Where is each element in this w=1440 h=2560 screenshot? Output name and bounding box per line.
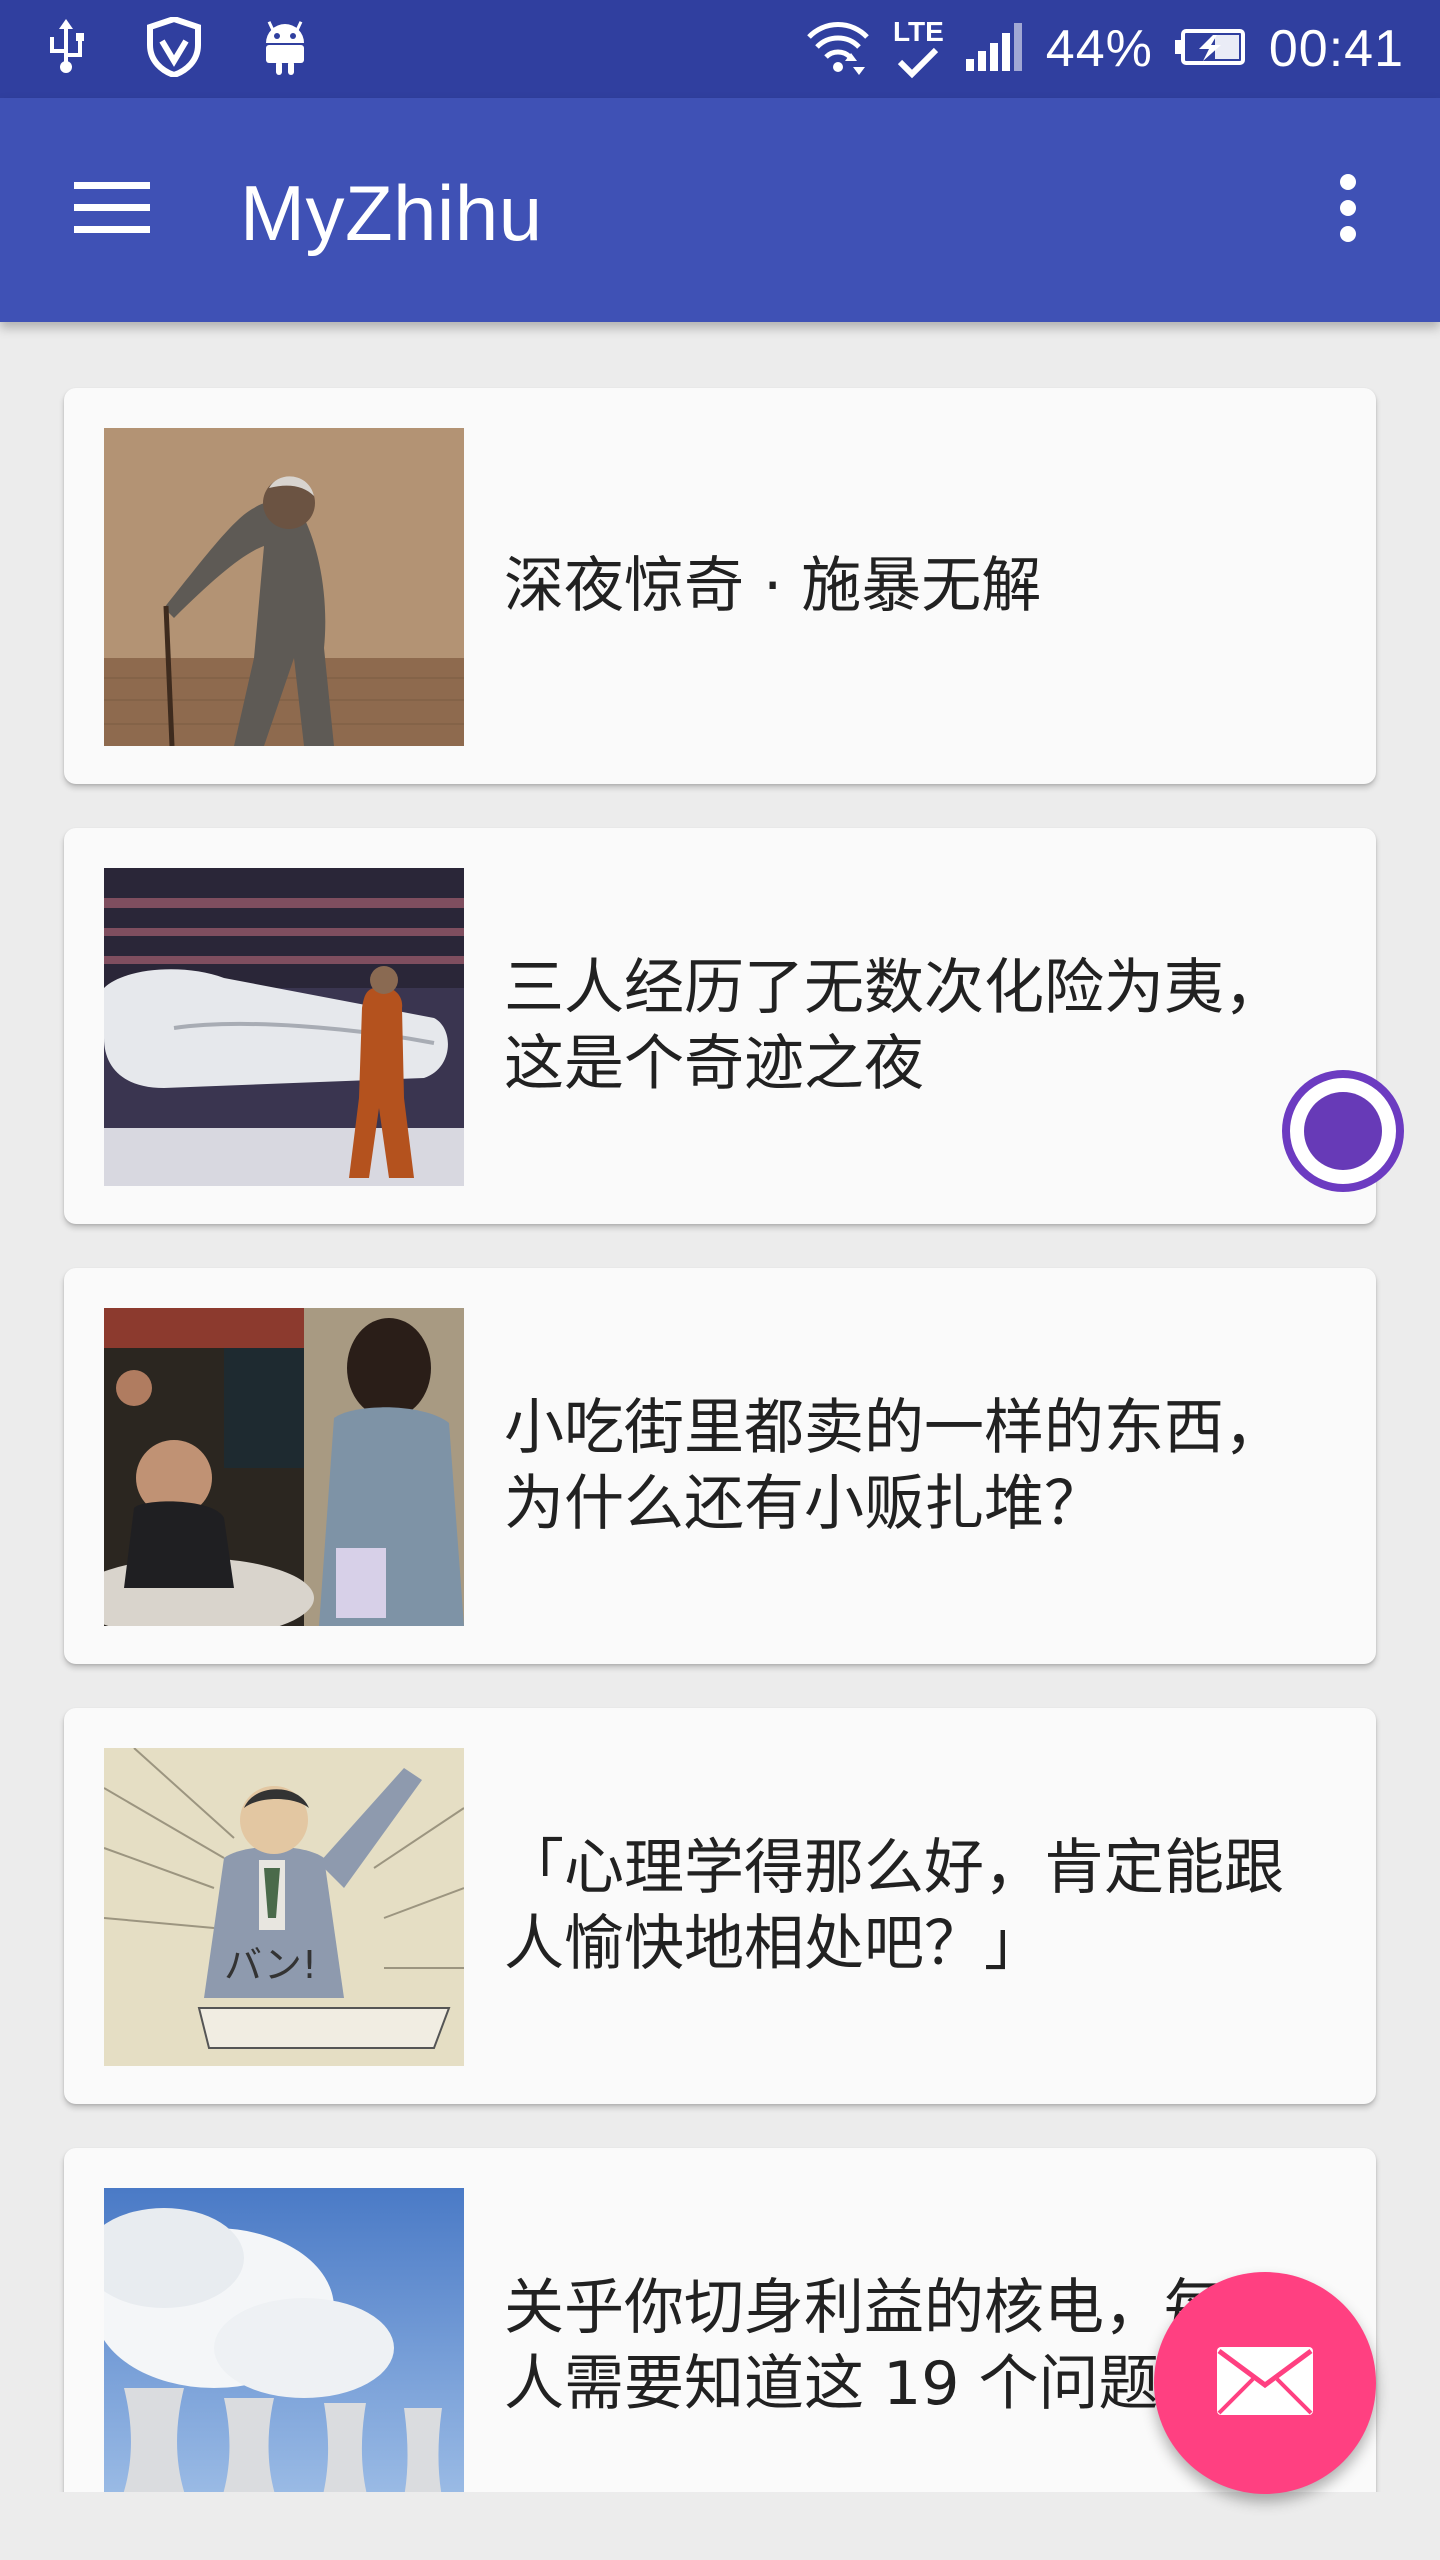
app-bar: MyZhihu	[0, 98, 1440, 322]
story-title: 三人经历了无数次化险为夷， 这是个奇迹之夜	[504, 953, 1284, 1099]
story-title: 「心理学得那么好，肯定能跟 人愉快地相处吧？」	[504, 1833, 1284, 1979]
story-title: 小吃街里都卖的一样的东西， 为什么还有小贩扎堆？	[504, 1393, 1284, 1539]
lte-icon: LTE	[893, 18, 944, 80]
overflow-menu-button[interactable]	[1300, 162, 1396, 258]
compose-mail-fab[interactable]	[1154, 2272, 1376, 2494]
menu-button[interactable]	[56, 162, 168, 258]
story-thumbnail	[104, 2188, 464, 2492]
more-vert-icon	[1338, 173, 1358, 247]
android-icon	[262, 17, 308, 81]
story-title: 深夜惊奇 · 施暴无解	[504, 551, 1042, 621]
story-card[interactable]: バン! 「心理学得那么好，肯定能跟 人愉快地相处吧？」	[64, 1708, 1376, 2104]
battery-charging-icon	[1174, 27, 1247, 71]
mail-icon	[1215, 2345, 1315, 2421]
svg-text:バン!: バン!	[224, 1943, 317, 1987]
story-thumbnail	[104, 428, 464, 746]
usb-icon	[46, 19, 86, 79]
story-card[interactable]: 深夜惊奇 · 施暴无解	[64, 388, 1376, 784]
shield-icon	[146, 15, 202, 81]
story-card[interactable]: 三人经历了无数次化险为夷， 这是个奇迹之夜	[64, 828, 1376, 1224]
menu-icon	[74, 180, 150, 240]
story-thumbnail	[104, 1308, 464, 1626]
signal-icon	[965, 23, 1024, 75]
floating-touch-button[interactable]	[1282, 1070, 1404, 1192]
story-card[interactable]: 小吃街里都卖的一样的东西， 为什么还有小贩扎堆？	[64, 1268, 1376, 1664]
app-title: MyZhihu	[240, 169, 543, 257]
floating-touch-dot	[1304, 1092, 1382, 1170]
story-thumbnail: バン!	[104, 1748, 464, 2066]
story-list[interactable]: 深夜惊奇 · 施暴无解 三人经历了无数次化险为夷， 这是个奇迹之夜 小吃街里都卖…	[0, 322, 1440, 2492]
status-bar: LTE 44% 00:41	[0, 0, 1440, 98]
wifi-icon	[805, 17, 871, 81]
story-thumbnail	[104, 868, 464, 1186]
clock: 00:41	[1268, 20, 1404, 78]
battery-percentage: 44%	[1045, 20, 1153, 78]
